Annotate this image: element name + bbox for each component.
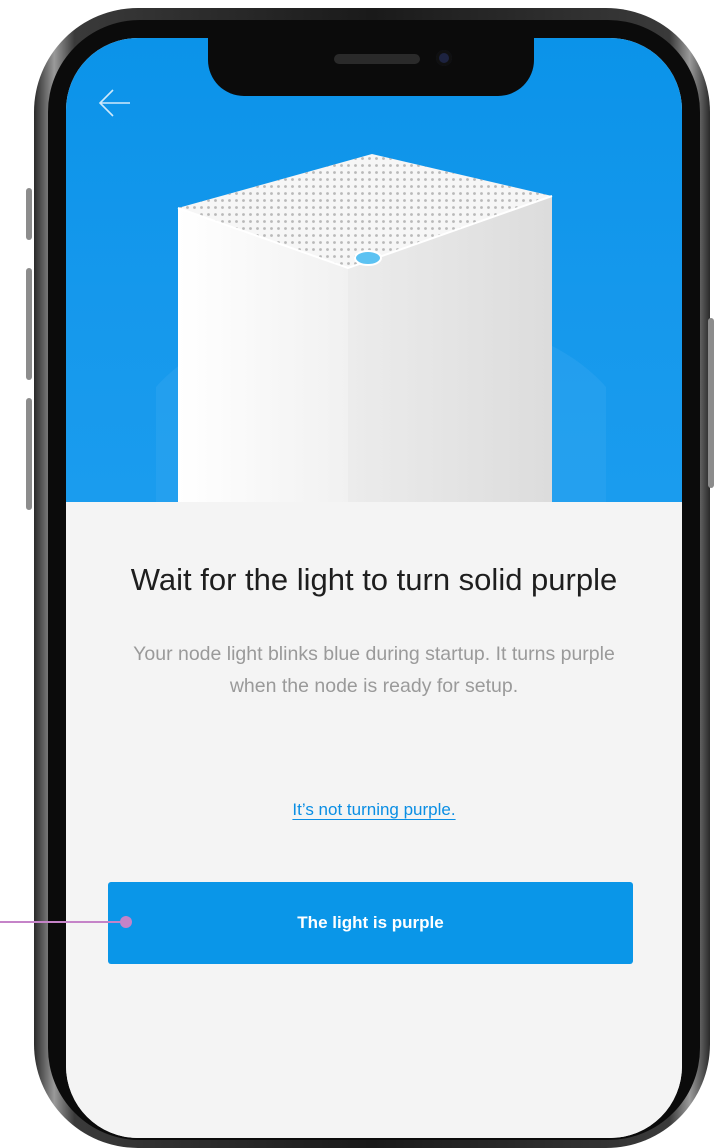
light-is-purple-button-label: The light is purple [297,913,444,932]
arrow-left-icon[interactable] [98,88,132,118]
hero-area [66,38,682,504]
speaker-grille [334,54,420,64]
callout-line [0,921,128,923]
phone-silent-switch [26,188,32,240]
phone-volume-up-button [26,268,32,380]
phone-power-button [708,318,714,488]
app-screen: Wait for the light to turn solid purple … [66,38,682,1138]
callout-dot [120,916,132,928]
phone-notch [208,38,534,96]
phone-volume-down-button [26,398,32,510]
front-camera [436,50,452,66]
not-turning-purple-link[interactable]: It’s not turning purple. [66,800,682,820]
content-panel: Wait for the light to turn solid purple … [66,502,682,1138]
instructions-text: Your node light blinks blue during start… [133,643,615,697]
page-title: Wait for the light to turn solid purple [130,562,618,597]
light-is-purple-button[interactable]: The light is purple [108,882,633,964]
mesh-node-image [156,154,606,504]
